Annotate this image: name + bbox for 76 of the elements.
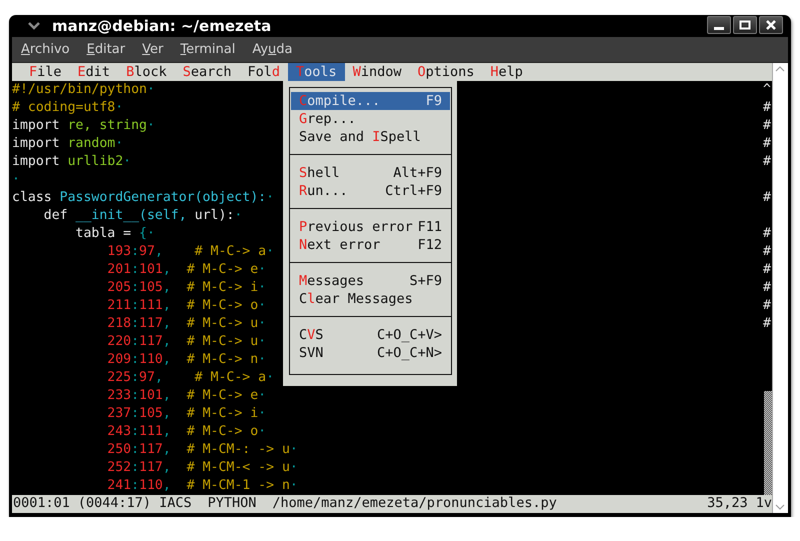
code-line: 218:117, # M-C-> u· (106, 316, 266, 331)
minimize-button[interactable] (707, 16, 731, 34)
menu-option[interactable]: CVS C+O_C+V> (291, 326, 450, 344)
menu-item[interactable]: Editar (86, 42, 134, 57)
status-text: IACS (159, 495, 192, 513)
menu-option[interactable]: P revious error F11 (291, 218, 450, 236)
code-line: · (12, 172, 20, 187)
menu-option[interactable]: SVN C+O_C+N> (291, 344, 450, 362)
code-line: 211:111, # M-C-> o· (106, 298, 266, 313)
code-line: 201:101, # M-C-> e· (106, 262, 266, 277)
code-line: 193:97, # M-C-> a· (106, 244, 274, 259)
line-marker: # (763, 280, 771, 295)
code-line: class PasswordGenerator(object):· (12, 190, 274, 205)
code-line: 205:105, # M-C-> i· (106, 280, 266, 295)
menu-option[interactable]: Run... Ctrl+F9 (291, 182, 450, 200)
line-marker: # (763, 298, 771, 313)
code-line: 250:117, # M-CM-: -> u· (106, 442, 298, 457)
maximize-icon (739, 19, 751, 31)
minimize-icon (714, 27, 724, 30)
menu-item[interactable]: Search (174, 63, 240, 81)
code-line: 225:97, # M-C-> a· (106, 370, 274, 385)
menu-item[interactable]: Edit (70, 63, 118, 81)
menu-option[interactable]: Shell Alt+F9 (291, 164, 450, 182)
line-marker: # (763, 100, 771, 115)
menu-item[interactable]: Fold (240, 63, 288, 81)
menu-item[interactable]: Ver (142, 42, 172, 57)
window-title: manz@debian: ~/emezeta (52, 17, 272, 35)
menu-option[interactable]: G rep... (291, 110, 450, 128)
status-text: 0001:01 (13, 495, 70, 513)
menu-item[interactable]: Help (482, 63, 531, 81)
line-marker: # (763, 190, 771, 205)
maximize-button[interactable] (733, 16, 757, 34)
menu-item[interactable]: Terminal (180, 42, 244, 57)
menu-option[interactable]: Next error F12 (291, 236, 450, 254)
code-line: import re, string· (12, 118, 155, 133)
status-text: (0044:17) (78, 495, 152, 513)
menu-item[interactable]: Options (409, 63, 482, 81)
code-line: 237:105, # M-C-> i· (106, 406, 266, 421)
code-line: import urllib2· (12, 154, 132, 169)
menu-item[interactable]: Tools (288, 63, 345, 81)
menu-item[interactable]: Ayuda (252, 42, 302, 57)
line-marker: # (763, 154, 771, 169)
menu-option[interactable]: Compile... F9 (291, 92, 450, 110)
scrollbar[interactable] (772, 63, 788, 513)
code-line: 220:117, # M-C-> u· (106, 334, 266, 349)
line-marker: # (763, 316, 771, 331)
code-line: 241:110, # M-CM-1 -> n· (106, 478, 298, 493)
close-icon (765, 19, 777, 31)
menu-item[interactable]: Window (344, 63, 410, 81)
status-text: 1v (756, 495, 772, 513)
line-marker: # (763, 262, 771, 277)
line-marker: # (763, 136, 771, 151)
menu-item[interactable]: Archivo (21, 42, 79, 57)
menu-item[interactable]: File (21, 63, 70, 81)
code-line: import random· (12, 136, 124, 151)
line-marker: ^ (763, 82, 771, 97)
menu-option[interactable]: Save and ISpell (291, 128, 450, 146)
line-marker: # (763, 118, 771, 133)
code-line: #!/usr/bin/python· (12, 82, 155, 97)
code-line: tabla = {· (74, 226, 155, 241)
code-line: 252:117, # M-CM-< -> u· (106, 460, 298, 475)
close-button[interactable] (759, 16, 783, 34)
code-line: 233:101, # M-C-> e· (106, 388, 266, 403)
chevron-icon[interactable] (28, 22, 40, 30)
line-marker: # (763, 244, 771, 259)
menu-option[interactable]: Messages S+F9 (291, 272, 450, 290)
code-line: # coding=utf8· (12, 100, 124, 115)
status-text: PYTHON (208, 495, 256, 513)
code-line: 243:111, # M-C-> o· (106, 424, 266, 439)
menu-item[interactable]: Block (118, 63, 175, 81)
status-text: /home/manz/emezeta/pronunciables.py (272, 495, 557, 513)
menu-option[interactable]: Clear Messages (291, 290, 450, 308)
status-text: 35,23 (707, 495, 748, 513)
code-line: def __init__(self, url):· (42, 208, 242, 223)
line-marker: # (763, 226, 771, 241)
code-line: 209:110, # M-C-> n· (106, 352, 266, 367)
